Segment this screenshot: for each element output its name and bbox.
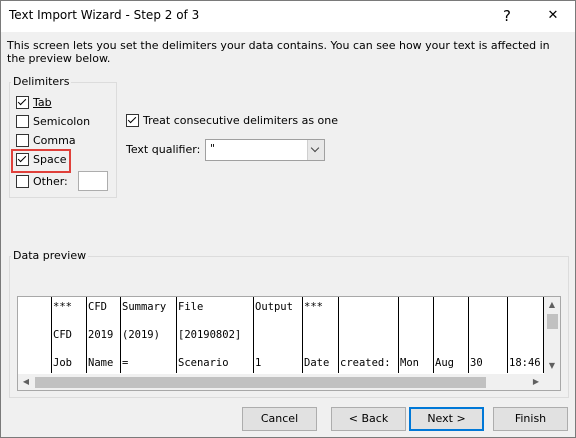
preview-column-divider[interactable] — [86, 297, 87, 373]
preview-column-divider[interactable] — [338, 297, 339, 373]
consecutive-delimiters-checkbox[interactable] — [126, 114, 139, 127]
preview-column-divider[interactable] — [176, 297, 177, 373]
space-label[interactable]: Space — [33, 153, 67, 166]
scroll-down-icon[interactable]: ▼ — [544, 358, 560, 374]
preview-cell: CFD — [53, 329, 72, 341]
vertical-scrollbar[interactable]: ▲ ▼ — [544, 297, 560, 374]
window-title: Text Import Wizard - Step 2 of 3 — [9, 8, 200, 22]
close-button[interactable]: ✕ — [530, 0, 576, 32]
text-qualifier-value: " — [210, 142, 216, 155]
other-label[interactable]: Other: — [33, 175, 68, 188]
preview-column-divider[interactable] — [433, 297, 434, 373]
data-preview-label: Data preview — [11, 249, 89, 262]
semicolon-label[interactable]: Semicolon — [33, 115, 90, 128]
cancel-button[interactable]: Cancel — [242, 407, 317, 431]
next-button[interactable]: Next > — [409, 407, 484, 431]
preview-column-divider[interactable] — [51, 297, 52, 373]
comma-checkbox[interactable] — [16, 134, 29, 147]
preview-cell: created: — [340, 357, 391, 369]
preview-cell: Mon — [400, 357, 419, 369]
help-button[interactable]: ? — [484, 0, 530, 32]
preview-cell: Job — [53, 357, 72, 369]
delimiters-group-label: Delimiters — [11, 75, 72, 88]
preview-cell: Aug — [435, 357, 454, 369]
preview-cell: (2019) — [122, 329, 160, 341]
preview-cell: [20190802] — [178, 329, 242, 341]
title-bar: Text Import Wizard - Step 2 of 3 ? ✕ — [0, 0, 576, 32]
vertical-scroll-thumb[interactable] — [547, 314, 558, 329]
preview-cell: 18:46 — [509, 357, 541, 369]
horizontal-scroll-thumb[interactable] — [35, 377, 486, 388]
preview-cell: Scenario — [178, 357, 229, 369]
preview-column-divider[interactable] — [507, 297, 508, 373]
semicolon-checkbox[interactable] — [16, 115, 29, 128]
comma-label[interactable]: Comma — [33, 134, 76, 147]
horizontal-scrollbar[interactable]: ◀ ▶ — [18, 374, 560, 390]
preview-cell: CFD — [88, 301, 107, 313]
preview-column-divider[interactable] — [398, 297, 399, 373]
data-preview-grid[interactable]: *** CFD Summary File Output *** CFD 2019 (2019) [… — [17, 296, 561, 391]
back-button[interactable]: < Back — [331, 407, 406, 431]
text-qualifier-label: Text qualifier: — [126, 143, 201, 156]
preview-cell: *** — [304, 301, 323, 313]
instructions-text: This screen lets you set the delimiters … — [7, 39, 550, 65]
preview-cell: File — [178, 301, 204, 313]
preview-cell: 2019 — [88, 329, 114, 341]
preview-cell: Date — [304, 357, 330, 369]
other-delimiter-input[interactable] — [78, 171, 108, 191]
preview-cell: Summary — [122, 301, 167, 313]
scroll-up-icon[interactable]: ▲ — [544, 297, 560, 313]
preview-column-divider[interactable] — [302, 297, 303, 373]
consecutive-delimiters-label[interactable]: Treat consecutive delimiters as one — [143, 114, 338, 127]
preview-column-divider[interactable] — [468, 297, 469, 373]
scroll-right-icon[interactable]: ▶ — [528, 374, 544, 390]
text-qualifier-select[interactable]: " — [205, 139, 325, 161]
preview-cell: Output — [255, 301, 293, 313]
tab-checkbox[interactable] — [16, 96, 29, 109]
tab-label[interactable]: Tab — [33, 96, 52, 109]
preview-column-divider[interactable] — [253, 297, 254, 373]
other-checkbox[interactable] — [16, 175, 29, 188]
preview-cell: Name — [88, 357, 114, 369]
preview-cell: *** — [53, 301, 72, 313]
preview-cell: = — [122, 357, 129, 369]
preview-column-divider[interactable] — [120, 297, 121, 373]
finish-button[interactable]: Finish — [493, 407, 568, 431]
space-checkbox[interactable] — [16, 153, 29, 166]
chevron-down-icon[interactable] — [307, 140, 324, 160]
preview-cell: 30 — [470, 357, 483, 369]
scroll-left-icon[interactable]: ◀ — [18, 374, 34, 390]
preview-cell: 1 — [255, 357, 262, 369]
